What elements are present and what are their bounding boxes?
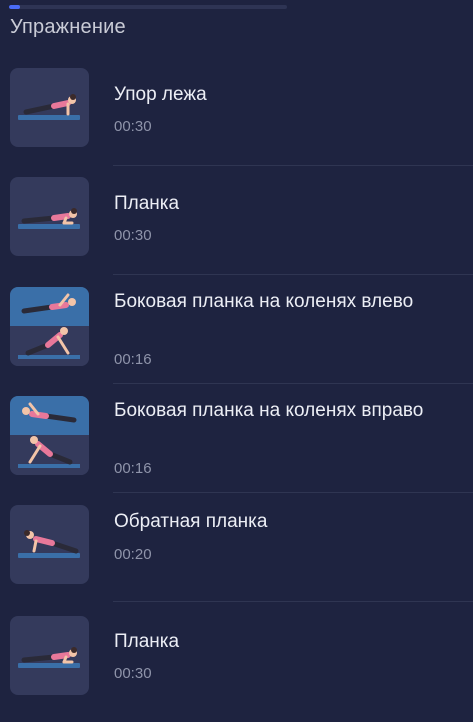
exercise-row[interactable]: Обратная планка 00:20 [0,493,473,602]
workout-progress-bar [9,5,287,9]
exercise-duration: 00:20 [114,546,152,563]
exercise-row[interactable]: Планка 00:30 [0,166,473,275]
exercise-name: Обратная планка [114,511,268,532]
side-plank-left-illustration-icon [10,287,89,366]
plank-illustration-icon [10,616,89,695]
exercise-row[interactable]: Боковая планка на коленях вправо 00:16 [0,384,473,493]
exercise-duration: 00:30 [114,665,152,682]
exercise-row[interactable]: Боковая планка на коленях влево 00:16 [0,275,473,384]
exercise-name: Планка [114,631,180,652]
exercise-row[interactable]: Упор лежа 00:30 [0,57,473,166]
exercise-name: Упор лежа [114,84,207,105]
side-plank-right-illustration-icon [10,396,89,475]
exercise-name: Планка [114,193,180,214]
section-title: Упражнение [10,16,126,38]
plank-illustration-icon [10,177,89,256]
exercise-list: Упор лежа 00:30 Планка 00:30 Боковая пла… [0,57,473,717]
exercise-row[interactable]: Планка 00:30 [0,602,473,717]
exercise-duration: 00:30 [114,118,152,135]
exercise-duration: 00:16 [114,351,152,368]
exercise-list-screen: Упражнение Упор лежа 00:30 Планка 00:30 … [0,0,473,722]
reverse-plank-illustration-icon [10,505,89,584]
exercise-name: Боковая планка на коленях влево [114,291,414,312]
exercise-name: Боковая планка на коленях вправо [114,400,424,421]
workout-progress-fill [9,5,21,9]
pushup-illustration-icon [10,68,89,147]
exercise-duration: 00:30 [114,227,152,244]
exercise-duration: 00:16 [114,460,152,477]
